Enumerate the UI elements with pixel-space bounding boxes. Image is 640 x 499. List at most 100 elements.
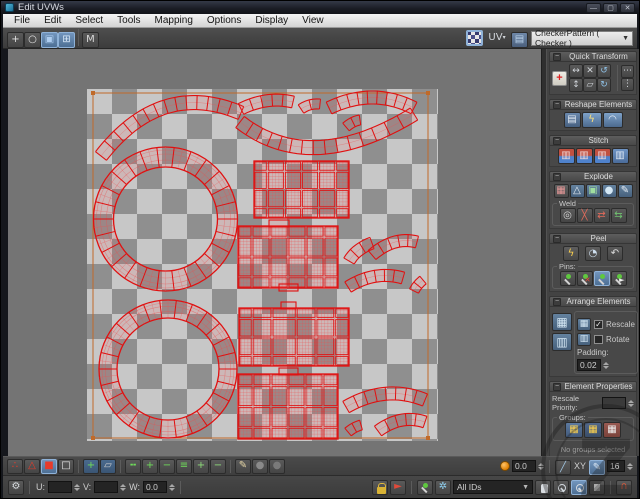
texture-dropdown[interactable]: CheckerPattern ( Checker ) ▼ bbox=[531, 28, 633, 48]
soft-selection-icon[interactable] bbox=[499, 461, 510, 471]
titlebar[interactable]: Edit UVWs — ▢ ✕ bbox=[1, 1, 639, 14]
collapse-icon[interactable]: − bbox=[553, 172, 561, 181]
brush-size-field[interactable]: 16 bbox=[607, 460, 625, 472]
w-coordinate-field[interactable]: 0.0 bbox=[143, 481, 168, 493]
planar-angle-toggle-icon[interactable]: ▱ bbox=[100, 458, 116, 474]
rescale-checkbox[interactable]: ✓ bbox=[594, 320, 603, 329]
mirror-tool-icon[interactable]: M bbox=[82, 31, 99, 48]
stitch-custom-icon[interactable]: ▥ bbox=[557, 148, 575, 164]
edge-loop-dashes-icon[interactable]: ╍ bbox=[125, 458, 141, 474]
target-weld-icon[interactable]: ◎ bbox=[559, 208, 576, 223]
falloff-brush-icon[interactable]: ╱ bbox=[554, 460, 571, 476]
falloff-field[interactable]: 0.0 bbox=[511, 460, 536, 472]
collapse-icon[interactable]: − bbox=[553, 297, 561, 306]
grow-loop-icon[interactable]: + bbox=[193, 458, 209, 474]
rescale-priority-field[interactable] bbox=[602, 397, 626, 409]
stitch-source-icon[interactable]: ▥ bbox=[575, 148, 593, 164]
peel-mode-icon[interactable]: ◔ bbox=[585, 246, 601, 261]
relax-custom-icon[interactable]: ϟ bbox=[581, 112, 602, 128]
collapse-icon[interactable]: − bbox=[553, 52, 561, 61]
weld-left-icon[interactable]: ⇄ bbox=[593, 208, 610, 223]
rotate-cw-icon[interactable]: ↻ bbox=[597, 78, 611, 92]
menu-display[interactable]: Display bbox=[248, 14, 295, 27]
weld-right-icon[interactable]: ⇆ bbox=[610, 208, 627, 223]
select-element-toggle-icon[interactable]: + bbox=[83, 458, 99, 474]
align-pivot-button[interactable]: + bbox=[552, 70, 567, 86]
brush-size-spinner[interactable] bbox=[627, 462, 633, 470]
filter-selected-faces-icon[interactable]: ► bbox=[390, 479, 406, 495]
xy-space-button[interactable]: XY bbox=[573, 461, 587, 471]
padding-spinner[interactable] bbox=[603, 361, 609, 369]
paint-select-add-icon[interactable]: ● bbox=[252, 458, 268, 474]
grow-selection-icon[interactable]: + bbox=[142, 458, 158, 474]
rotate-checkbox[interactable] bbox=[594, 335, 603, 344]
paint-select-sub-icon[interactable]: ● bbox=[269, 458, 285, 474]
relax-until-flat-icon[interactable]: ▤ bbox=[563, 112, 581, 128]
zoom-region-icon[interactable] bbox=[571, 479, 587, 495]
menu-view[interactable]: View bbox=[295, 14, 331, 27]
collapse-icon[interactable]: − bbox=[553, 382, 561, 391]
uv-channel-button[interactable]: UV ▾ bbox=[486, 30, 508, 46]
break-by-material-icon[interactable]: ● bbox=[601, 184, 617, 198]
falloff-spinner[interactable] bbox=[537, 462, 544, 470]
break-by-angle-icon[interactable]: △ bbox=[569, 184, 585, 198]
u-spinner[interactable] bbox=[74, 483, 80, 491]
v-spinner[interactable] bbox=[120, 483, 127, 491]
show-map-toggle[interactable] bbox=[466, 30, 483, 46]
weld-selected-icon[interactable]: ╳ bbox=[576, 208, 593, 223]
vertex-mode-icon[interactable]: ∴ bbox=[7, 458, 23, 474]
shrink-selection-icon[interactable]: − bbox=[159, 458, 175, 474]
texture-list-icon[interactable]: ▤ bbox=[511, 31, 528, 48]
pack-normalize-icon[interactable]: ▦ bbox=[552, 313, 572, 331]
collapse-icon[interactable]: − bbox=[553, 100, 561, 109]
rearrange-icon[interactable]: ▥ bbox=[552, 333, 572, 351]
menu-file[interactable]: File bbox=[7, 14, 37, 27]
collapse-icon[interactable]: − bbox=[553, 136, 561, 145]
menu-select[interactable]: Select bbox=[68, 14, 110, 27]
padding-field[interactable]: 0.02 bbox=[577, 359, 601, 371]
v-coordinate-field[interactable] bbox=[94, 481, 119, 493]
snap-toggle-icon[interactable]: ∩ bbox=[616, 479, 632, 495]
stitch-target-icon[interactable]: ▥ bbox=[611, 148, 629, 164]
break-by-smoothing-icon[interactable]: ▣ bbox=[585, 184, 601, 198]
rotate-tool-icon[interactable]: ○ bbox=[24, 31, 41, 48]
paint-select-icon[interactable]: ✎ bbox=[235, 458, 251, 474]
space-vertical-icon[interactable]: ⋮ bbox=[621, 78, 634, 91]
straighten-icon[interactable]: ◠ bbox=[602, 112, 623, 128]
space-horizontal-icon[interactable]: ⋯ bbox=[621, 65, 634, 78]
pin-filter-icon[interactable] bbox=[417, 479, 433, 495]
pin-interactive-icon[interactable] bbox=[593, 271, 610, 286]
paint-soft-selection-icon[interactable]: ✎ bbox=[589, 460, 605, 476]
maximize-button[interactable]: ▢ bbox=[603, 2, 618, 13]
group-selected-icon[interactable]: ▦ bbox=[565, 422, 583, 438]
scale-tool-icon[interactable]: ▣ bbox=[41, 31, 58, 48]
menu-edit[interactable]: Edit bbox=[37, 14, 68, 27]
minimize-button[interactable]: — bbox=[586, 2, 601, 13]
freeform-rotate-icon[interactable]: ▱ bbox=[583, 78, 597, 92]
close-button[interactable]: ✕ bbox=[620, 2, 635, 13]
select-group-icon[interactable]: ▦ bbox=[603, 422, 621, 438]
stitch-average-icon[interactable]: ▥ bbox=[593, 148, 611, 164]
lock-selection-icon[interactable] bbox=[372, 479, 388, 495]
freeze-filter-icon[interactable]: ✲ bbox=[435, 479, 451, 495]
unpin-icon[interactable]: ✕ bbox=[576, 271, 593, 286]
align-vertical-icon[interactable]: ↕ bbox=[569, 78, 583, 92]
menu-options[interactable]: Options bbox=[200, 14, 248, 27]
straighten-selection-icon[interactable]: ✕ bbox=[583, 64, 597, 78]
pin-icon[interactable] bbox=[559, 271, 576, 286]
material-id-dropdown[interactable]: All IDs ▼ bbox=[453, 480, 533, 494]
pin-select-icon[interactable]: ► bbox=[610, 271, 627, 286]
break-edges-icon[interactable]: ✎ bbox=[617, 184, 633, 198]
menu-mapping[interactable]: Mapping bbox=[148, 14, 200, 27]
ungroup-selected-icon[interactable]: ▦ bbox=[584, 422, 602, 438]
reset-peel-icon[interactable]: ↶ bbox=[607, 246, 623, 261]
rotate-ccw-icon[interactable]: ↺ bbox=[597, 64, 611, 78]
zoom-extents-icon[interactable] bbox=[589, 479, 605, 495]
pan-hand-icon[interactable] bbox=[535, 479, 551, 495]
move-tool-icon[interactable]: + bbox=[7, 31, 24, 48]
rescale-priority-spinner[interactable] bbox=[628, 399, 634, 407]
align-horizontal-icon[interactable]: ↔ bbox=[569, 64, 583, 78]
select-loop-icon[interactable]: ≡ bbox=[176, 458, 192, 474]
pack-together-icon[interactable]: ▦ bbox=[577, 318, 591, 331]
w-spinner[interactable] bbox=[169, 483, 176, 491]
